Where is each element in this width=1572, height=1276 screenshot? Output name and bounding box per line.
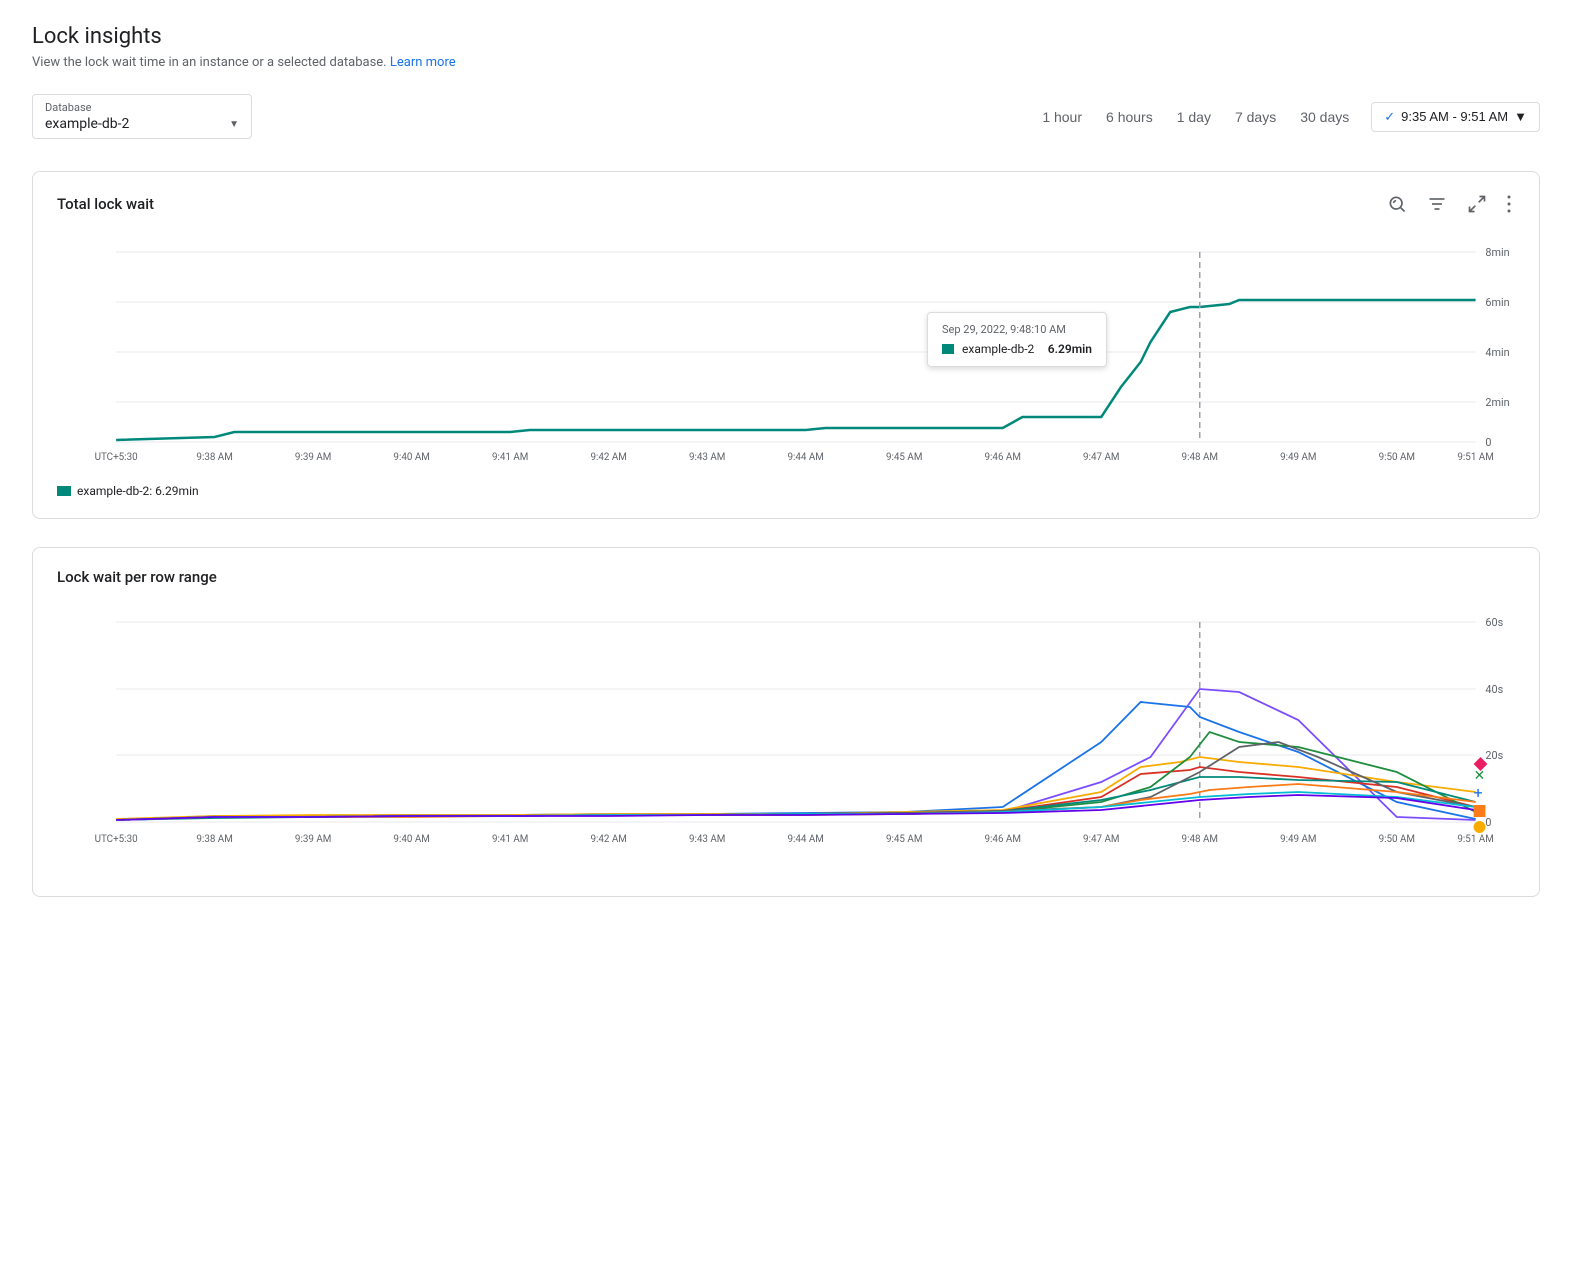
- svg-text:9:44 AM: 9:44 AM: [788, 452, 824, 463]
- lock-wait-row-range-card: Lock wait per row range 60s 40s 20s 0 UT…: [32, 547, 1540, 897]
- svg-text:9:40 AM: 9:40 AM: [393, 834, 429, 845]
- svg-text:9:51 AM: 9:51 AM: [1457, 834, 1493, 845]
- page-title: Lock insights: [32, 24, 1540, 49]
- svg-text:9:47 AM: 9:47 AM: [1083, 834, 1119, 845]
- svg-text:+: +: [1474, 783, 1483, 802]
- chart1-search-button[interactable]: [1383, 192, 1411, 216]
- svg-text:6min: 6min: [1485, 296, 1509, 309]
- chart2-area: 60s 40s 20s 0 UTC+5:30 9:38 AM 9:39 AM 9…: [57, 602, 1515, 876]
- chart1-actions: [1383, 192, 1515, 216]
- range-dropdown-icon: ▼: [1514, 109, 1527, 124]
- chart2-title: Lock wait per row range: [57, 568, 217, 586]
- chart1-fullscreen-button[interactable]: [1463, 192, 1491, 216]
- svg-text:9:39 AM: 9:39 AM: [295, 834, 331, 845]
- svg-text:9:42 AM: 9:42 AM: [590, 834, 626, 845]
- svg-text:9:46 AM: 9:46 AM: [985, 452, 1021, 463]
- svg-text:UTC+5:30: UTC+5:30: [95, 452, 138, 463]
- svg-text:9:43 AM: 9:43 AM: [689, 834, 725, 845]
- time-controls: 1 hour 6 hours 1 day 7 days 30 days ✓ 9:…: [1040, 102, 1540, 132]
- svg-text:✕: ✕: [1474, 768, 1486, 784]
- chart1-legend: example-db-2: 6.29min: [57, 484, 1515, 498]
- svg-text:9:43 AM: 9:43 AM: [689, 452, 725, 463]
- chart1-area: 8min 6min 4min 2min 0 UTC+5:30 9:38 AM 9…: [57, 232, 1515, 476]
- time-option-7days[interactable]: 7 days: [1233, 105, 1278, 129]
- svg-text:9:38 AM: 9:38 AM: [196, 452, 232, 463]
- svg-text:9:46 AM: 9:46 AM: [985, 834, 1021, 845]
- svg-text:2min: 2min: [1485, 396, 1509, 409]
- svg-text:9:49 AM: 9:49 AM: [1280, 834, 1316, 845]
- database-value-text: example-db-2: [45, 116, 129, 132]
- controls-row: Database example-db-2 ▼ 1 hour 6 hours 1…: [32, 94, 1540, 139]
- time-option-1hour[interactable]: 1 hour: [1040, 105, 1084, 129]
- svg-text:9:44 AM: 9:44 AM: [788, 834, 824, 845]
- svg-text:9:48 AM: 9:48 AM: [1182, 452, 1218, 463]
- chart1-header: Total lock wait: [57, 192, 1515, 216]
- selected-range-text: 9:35 AM - 9:51 AM: [1401, 109, 1508, 124]
- dropdown-arrow-icon: ▼: [229, 119, 239, 130]
- chart1-legend-label: example-db-2: 6.29min: [77, 484, 199, 498]
- time-option-6hours[interactable]: 6 hours: [1104, 105, 1155, 129]
- svg-text:9:48 AM: 9:48 AM: [1182, 834, 1218, 845]
- svg-text:9:50 AM: 9:50 AM: [1379, 834, 1415, 845]
- chart1-title: Total lock wait: [57, 195, 154, 213]
- svg-text:8min: 8min: [1485, 246, 1509, 259]
- svg-text:20s: 20s: [1485, 749, 1503, 762]
- total-lock-wait-card: Total lock wait: [32, 171, 1540, 519]
- svg-text:9:38 AM: 9:38 AM: [196, 834, 232, 845]
- svg-text:9:51 AM: 9:51 AM: [1457, 452, 1493, 463]
- database-value-row[interactable]: example-db-2 ▼: [45, 116, 239, 132]
- learn-more-link[interactable]: Learn more: [390, 55, 456, 70]
- svg-text:9:49 AM: 9:49 AM: [1280, 452, 1316, 463]
- chart1-more-button[interactable]: [1503, 192, 1515, 216]
- svg-text:9:50 AM: 9:50 AM: [1379, 452, 1415, 463]
- svg-text:UTC+5:30: UTC+5:30: [95, 834, 138, 845]
- svg-text:9:45 AM: 9:45 AM: [886, 452, 922, 463]
- chart1-svg: 8min 6min 4min 2min 0 UTC+5:30 9:38 AM 9…: [57, 232, 1515, 472]
- svg-text:9:47 AM: 9:47 AM: [1083, 452, 1119, 463]
- svg-text:40s: 40s: [1485, 683, 1503, 696]
- time-range-selector[interactable]: ✓ 9:35 AM - 9:51 AM ▼: [1371, 102, 1540, 132]
- database-label: Database: [45, 101, 239, 114]
- svg-text:9:39 AM: 9:39 AM: [295, 452, 331, 463]
- svg-text:0: 0: [1485, 436, 1491, 449]
- page-subtitle: View the lock wait time in an instance o…: [32, 55, 1540, 70]
- check-icon: ✓: [1384, 109, 1395, 125]
- svg-text:9:42 AM: 9:42 AM: [590, 452, 626, 463]
- chart2-svg: 60s 40s 20s 0 UTC+5:30 9:38 AM 9:39 AM 9…: [57, 602, 1515, 872]
- chart2-header: Lock wait per row range: [57, 568, 1515, 586]
- svg-text:60s: 60s: [1485, 616, 1503, 629]
- time-option-30days[interactable]: 30 days: [1298, 105, 1351, 129]
- svg-text:0: 0: [1485, 816, 1491, 829]
- svg-text:9:41 AM: 9:41 AM: [492, 452, 528, 463]
- svg-text:9:40 AM: 9:40 AM: [393, 452, 429, 463]
- svg-text:4min: 4min: [1485, 346, 1509, 359]
- time-option-1day[interactable]: 1 day: [1175, 105, 1213, 129]
- legend-color-teal: [57, 486, 71, 496]
- svg-text:9:41 AM: 9:41 AM: [492, 834, 528, 845]
- chart1-filter-button[interactable]: [1423, 192, 1451, 216]
- database-select[interactable]: Database example-db-2 ▼: [32, 94, 252, 139]
- svg-text:9:45 AM: 9:45 AM: [886, 834, 922, 845]
